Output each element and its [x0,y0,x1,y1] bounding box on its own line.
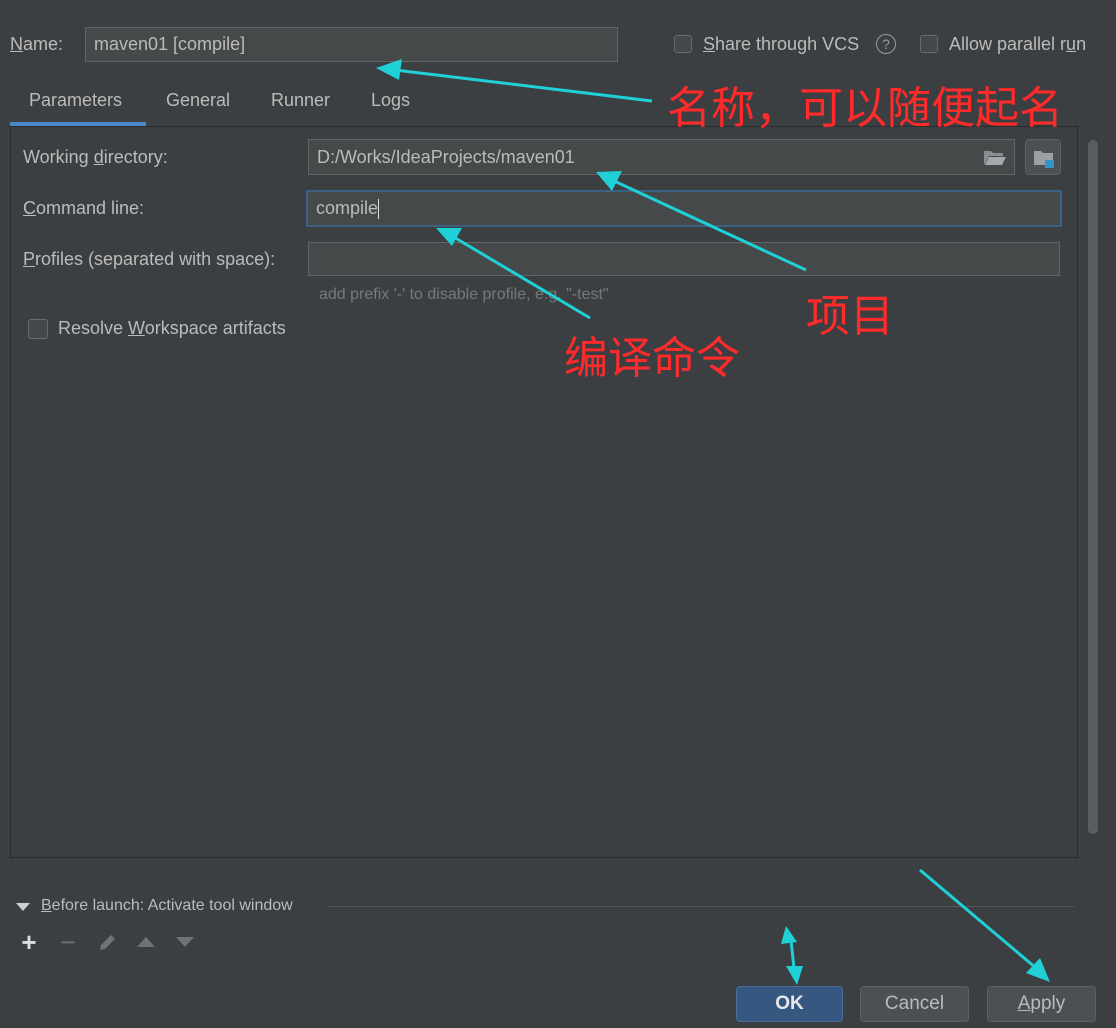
tab-general[interactable]: General [166,90,230,116]
tab-logs[interactable]: Logs [371,90,410,116]
command-line-mnemonic: C [23,198,36,218]
working-directory-value: D:/Works/IdeaProjects/maven01 [317,146,575,167]
apply-button[interactable]: Apply [987,986,1096,1022]
ok-button[interactable]: OK [736,986,843,1022]
tab-runner[interactable]: Runner [271,90,330,116]
name-label: Name: [10,34,63,55]
working-directory-after: irectory: [103,147,168,167]
arrowhead-name [376,59,402,80]
name-label-rest: ame: [23,34,64,54]
profiles-after: rofiles (separated with space): [35,249,276,269]
name-field-value: maven01 [compile] [94,34,246,54]
profiles-field[interactable] [308,242,1060,276]
arrow-to-ok-button [789,939,796,969]
remove-icon[interactable]: − [56,927,80,957]
command-line-field[interactable]: compile [306,190,1062,227]
arrow-to-name-field [394,68,653,103]
command-line-value: compile [316,198,379,218]
arrow-to-apply-button [919,868,1037,970]
resolve-workspace-after: orkspace artifacts [144,318,286,338]
collapse-triangle-icon[interactable] [16,903,30,911]
parallel-run-checkbox[interactable] [920,35,938,53]
working-directory-label: Working directory: [23,147,168,168]
name-label-mnemonic: N [10,34,23,54]
parameters-panel [10,126,1078,858]
cancel-button[interactable]: Cancel [860,986,969,1022]
profiles-hint: add prefix '-' to disable profile, e.g. … [319,286,609,303]
share-vcs-checkbox[interactable] [674,35,692,53]
share-vcs-rest: hare through VCS [715,34,860,54]
parallel-run-after: n [1076,34,1087,54]
name-field[interactable]: maven01 [compile] [85,27,618,62]
annotation-name-note: 名称，可以随便起名 [667,83,1063,134]
resolve-workspace-mnemonic: W [128,318,145,338]
resolve-workspace-checkbox[interactable] [28,319,48,339]
command-line-after: ommand line: [36,198,145,218]
tab-parameters[interactable]: Parameters [29,90,122,116]
browse-macros-button[interactable] [1025,139,1061,175]
annotation-command-note: 编译命令 [564,333,740,384]
working-directory-mnemonic: d [93,147,104,167]
arrowhead-apply [1026,958,1050,982]
arrowhead-ok-down [786,966,803,985]
edit-pencil-icon[interactable] [96,930,120,954]
working-directory-before: Working [23,147,94,167]
before-launch-label[interactable]: Before launch: Activate tool window [41,897,293,915]
scrollbar-thumb[interactable] [1088,140,1098,834]
move-down-icon[interactable] [173,930,197,954]
text-caret [378,198,380,219]
folder-open-icon[interactable] [983,148,1007,166]
arrowhead-ok-up [781,926,797,944]
resolve-workspace-before: Resolve [58,318,129,338]
share-vcs-label[interactable]: Share through VCS [703,34,859,55]
parallel-run-before: Allow parallel r [949,34,1067,54]
parallel-run-label[interactable]: Allow parallel run [949,34,1086,55]
annotation-project-note: 项目 [806,291,894,342]
share-vcs-mnemonic: S [703,34,716,54]
question-circle-icon[interactable]: ? [876,34,896,54]
working-directory-field[interactable]: D:/Works/IdeaProjects/maven01 [308,139,1015,175]
before-launch-after: efore launch: Activate tool window [51,897,293,914]
apply-mnemonic: A [1017,993,1031,1014]
command-line-label: Command line: [23,198,144,219]
resolve-workspace-label[interactable]: Resolve Workspace artifacts [58,318,286,339]
profiles-mnemonic: P [23,249,36,269]
profiles-label: Profiles (separated with space): [23,249,275,270]
move-up-icon[interactable] [134,930,158,954]
before-launch-separator [327,906,1074,907]
before-launch-mnemonic: B [41,897,52,914]
add-icon[interactable]: + [17,927,41,957]
parallel-run-mnemonic: u [1066,34,1077,54]
folder-macro-icon [1033,149,1055,174]
apply-rest: pply [1030,993,1066,1014]
